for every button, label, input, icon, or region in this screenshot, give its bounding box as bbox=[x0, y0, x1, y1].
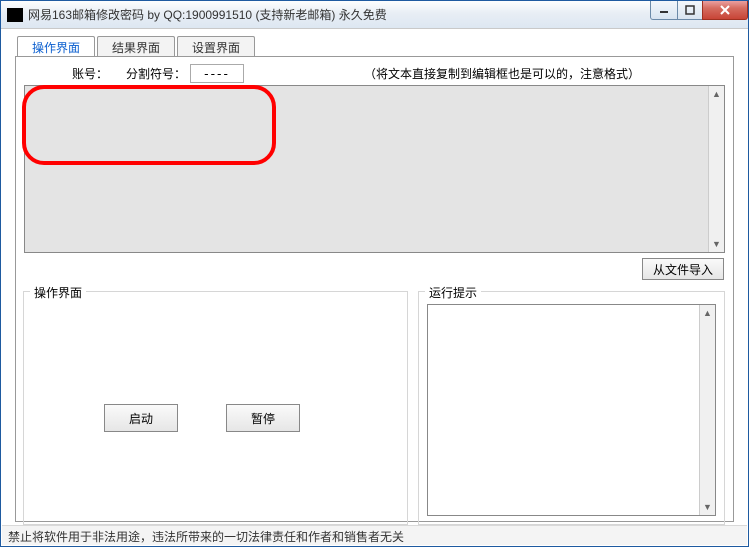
delimiter-input[interactable] bbox=[190, 64, 244, 83]
start-button[interactable]: 启动 bbox=[104, 404, 178, 432]
app-icon bbox=[7, 8, 23, 22]
scroll-up-icon[interactable]: ▲ bbox=[700, 305, 715, 321]
close-icon bbox=[719, 4, 731, 16]
runlog-legend: 运行提示 bbox=[425, 284, 481, 301]
format-hint: （将文本直接复制到编辑框也是可以的，注意格式） bbox=[364, 65, 640, 82]
status-bar: 禁止将软件用于非法用途，违法所带来的一切法律责任和作者和销售者无关 bbox=[2, 525, 747, 545]
operations-legend: 操作界面 bbox=[30, 284, 86, 301]
runlog-textarea[interactable]: ▲ ▼ bbox=[427, 304, 716, 516]
pause-button[interactable]: 暂停 bbox=[226, 404, 300, 432]
account-label: 账号： bbox=[72, 65, 108, 82]
runlog-scrollbar[interactable]: ▲ ▼ bbox=[699, 305, 715, 515]
minimize-button[interactable] bbox=[650, 1, 678, 20]
window-title: 网易163邮箱修改密码 by QQ:1900991510 (支持新老邮箱) 永久… bbox=[28, 6, 651, 23]
operations-groupbox: 操作界面 启动 暂停 bbox=[23, 291, 408, 525]
minimize-icon bbox=[659, 5, 669, 15]
delimiter-label: 分割符号： bbox=[126, 65, 186, 82]
scroll-up-icon[interactable]: ▲ bbox=[709, 86, 724, 102]
app-window: 网易163邮箱修改密码 by QQ:1900991510 (支持新老邮箱) 永久… bbox=[0, 0, 749, 547]
window-controls bbox=[651, 1, 748, 28]
accounts-textarea[interactable]: ▲ ▼ bbox=[24, 85, 725, 253]
scroll-down-icon[interactable]: ▼ bbox=[709, 236, 724, 252]
close-button[interactable] bbox=[702, 1, 748, 20]
import-from-file-button[interactable]: 从文件导入 bbox=[642, 258, 724, 280]
tab-page-operation: 账号： 分割符号： （将文本直接复制到编辑框也是可以的，注意格式） ▲ ▼ 从文… bbox=[15, 56, 734, 522]
textarea-scrollbar[interactable]: ▲ ▼ bbox=[708, 86, 724, 252]
status-text: 禁止将软件用于非法用途，违法所带来的一切法律责任和作者和销售者无关 bbox=[8, 530, 404, 544]
tab-operation[interactable]: 操作界面 bbox=[17, 36, 95, 56]
runlog-groupbox: 运行提示 ▲ ▼ bbox=[418, 291, 725, 525]
maximize-icon bbox=[685, 5, 695, 15]
maximize-button[interactable] bbox=[677, 1, 703, 20]
titlebar[interactable]: 网易163邮箱修改密码 by QQ:1900991510 (支持新老邮箱) 永久… bbox=[1, 1, 748, 29]
tabs-bar: 操作界面 结果界面 设置界面 bbox=[17, 36, 257, 56]
top-row: 账号： 分割符号： （将文本直接复制到编辑框也是可以的，注意格式） bbox=[16, 63, 733, 83]
tab-results[interactable]: 结果界面 bbox=[97, 36, 175, 56]
client-area: 操作界面 结果界面 设置界面 账号： 分割符号： （将文本直接复制到编辑框也是可… bbox=[8, 29, 741, 524]
scroll-down-icon[interactable]: ▼ bbox=[700, 499, 715, 515]
tab-settings[interactable]: 设置界面 bbox=[177, 36, 255, 56]
